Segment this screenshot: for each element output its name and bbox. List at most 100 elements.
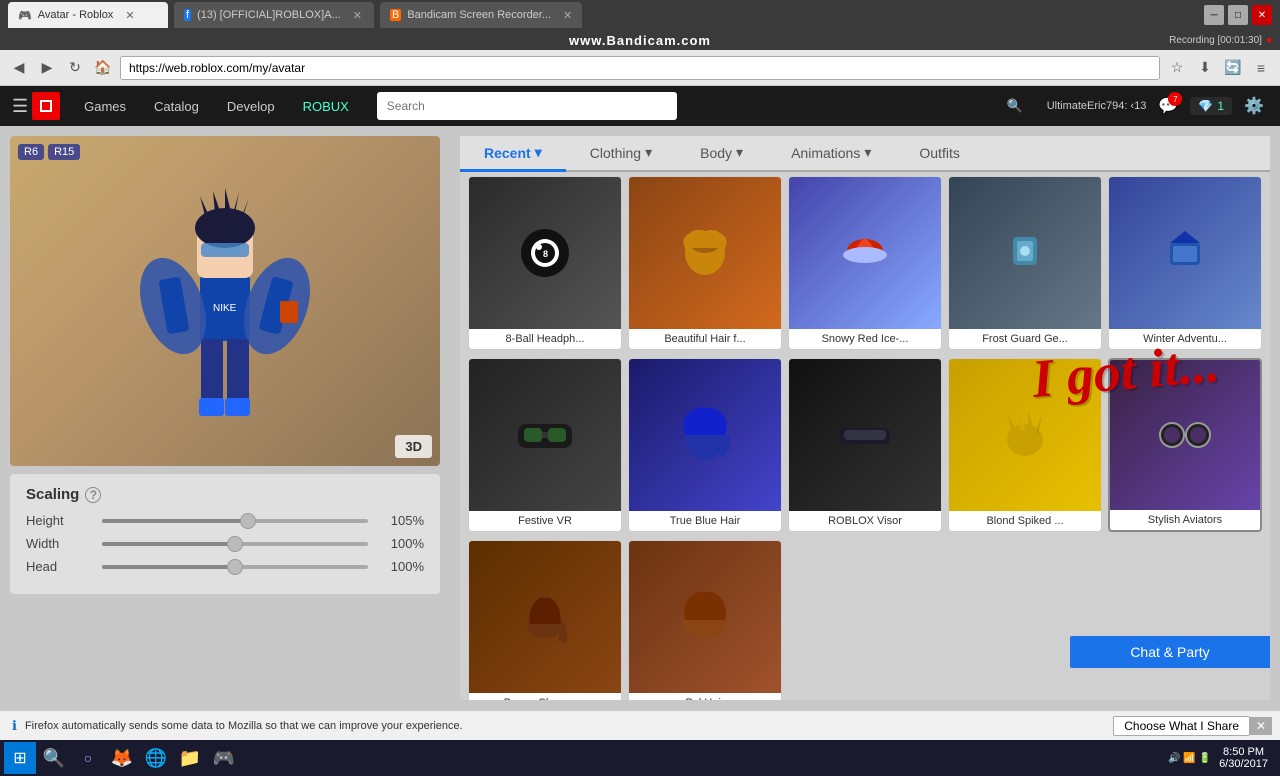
recent-dropdown-icon: ▾ <box>535 144 542 161</box>
item-card-stylish-aviators[interactable]: Stylish Aviators <box>1108 358 1262 532</box>
tab3-close[interactable]: ✕ <box>563 9 572 22</box>
roblox-logo[interactable] <box>32 92 60 120</box>
tab2-label: (13) [OFFICIAL]ROBLOX]A... <box>197 9 341 21</box>
taskbar-app4[interactable]: 🎮 <box>208 742 240 774</box>
hamburger-btn[interactable]: ☰ <box>12 96 28 117</box>
recording-bar: www.Bandicam.com Recording [00:01:30] ● <box>0 30 1280 50</box>
svg-text:NIKE: NIKE <box>213 303 237 314</box>
forward-btn[interactable]: ▶ <box>36 57 58 79</box>
item-card-winter-adv[interactable]: Winter Adventu... <box>1108 176 1262 350</box>
tab3-favicon: B <box>390 9 401 21</box>
tab-clothing[interactable]: Clothing ▾ <box>566 136 676 172</box>
download-btn[interactable]: ⬇ <box>1194 57 1216 79</box>
bottom-bar-message: Firefox automatically sends some data to… <box>25 720 463 732</box>
recording-timer: Recording [00:01:30] <box>1169 35 1262 46</box>
item-label-snowy-ice: Snowy Red Ice-... <box>789 329 941 349</box>
browser-controls: ◀ ▶ ↻ 🏠 ☆ ⬇ 🔄 ≡ <box>0 50 1280 86</box>
item-card-roblox-visor[interactable]: ROBLOX Visor <box>788 358 942 532</box>
browser-tab-1[interactable]: 🎮 Avatar - Roblox ✕ <box>8 2 168 28</box>
item-image-roblox-visor <box>789 359 941 511</box>
width-thumb[interactable] <box>227 536 243 552</box>
chat-icon-btn[interactable]: 💬 7 <box>1154 92 1182 120</box>
tab-outfits[interactable]: Outfits <box>895 136 983 172</box>
head-fill <box>102 565 235 569</box>
item-label-frost-guard: Frost Guard Ge... <box>949 329 1101 349</box>
item-image-frost-guard <box>949 177 1101 329</box>
badge-r6[interactable]: R6 <box>18 144 44 160</box>
item-label-pal-hair: Pal Hair <box>629 693 781 700</box>
chat-badge: 7 <box>1168 92 1182 106</box>
item-image-beautiful-hair <box>629 177 781 329</box>
bookmark-btn[interactable]: ☆ <box>1166 57 1188 79</box>
start-button[interactable]: ⊞ <box>4 742 36 774</box>
taskbar-time-display: 8:50 PM <box>1219 746 1268 758</box>
taskbar-search[interactable]: 🔍 <box>38 742 70 774</box>
item-card-beautiful-hair[interactable]: Beautiful Hair f... <box>628 176 782 350</box>
item-label-roblox-visor: ROBLOX Visor <box>789 511 941 531</box>
head-thumb[interactable] <box>227 559 243 575</box>
home-btn[interactable]: 🏠 <box>92 57 114 79</box>
item-card-headphones[interactable]: 8 8-Ball Headph... <box>468 176 622 350</box>
browser-titlebar: 🎮 Avatar - Roblox ✕ f (13) [OFFICIAL]ROB… <box>0 0 1280 30</box>
item-label-brown-charme: Brown Charme... <box>469 693 621 700</box>
chat-party-btn[interactable]: Chat & Party <box>1070 636 1270 668</box>
close-btn[interactable]: ✕ <box>1252 5 1272 25</box>
minimize-btn[interactable]: ─ <box>1204 5 1224 25</box>
browser-tab-3[interactable]: B Bandicam Screen Recorder... ✕ <box>380 2 582 28</box>
item-card-frost-guard[interactable]: Frost Guard Ge... <box>948 176 1102 350</box>
scaling-info-icon[interactable]: ? <box>85 487 101 503</box>
head-slider-row: Head 100% <box>26 559 424 574</box>
scaling-title: Scaling ? <box>26 486 424 503</box>
item-card-festive-vr[interactable]: Festive VR <box>468 358 622 532</box>
tab-animations[interactable]: Animations ▾ <box>767 136 895 172</box>
item-card-brown-charme[interactable]: Brown Charme... <box>468 540 622 700</box>
maximize-btn[interactable]: □ <box>1228 5 1248 25</box>
item-card-true-blue[interactable]: True Blue Hair <box>628 358 782 532</box>
roblox-nav: ☰ Games Catalog Develop ROBUX 🔍 Ultimate… <box>0 86 1280 126</box>
refresh-btn[interactable]: ↻ <box>64 57 86 79</box>
width-slider-row: Width 100% <box>26 536 424 551</box>
back-btn[interactable]: ◀ <box>8 57 30 79</box>
item-card-pal-hair[interactable]: Pal Hair <box>628 540 782 700</box>
badge-r15[interactable]: R15 <box>48 144 80 160</box>
sync-btn[interactable]: 🔄 <box>1222 57 1244 79</box>
taskbar-files[interactable]: 📁 <box>174 742 206 774</box>
height-fill <box>102 519 248 523</box>
item-label-festive-vr: Festive VR <box>469 511 621 531</box>
height-slider-row: Height 105% <box>26 513 424 528</box>
item-card-blond-spiked[interactable]: Blond Spiked ... <box>948 358 1102 532</box>
tab1-favicon: 🎮 <box>18 9 32 22</box>
nav-develop[interactable]: Develop <box>215 93 287 120</box>
tab2-favicon: f <box>184 9 191 21</box>
search-input[interactable] <box>377 92 677 120</box>
settings-icon-btn[interactable]: ⚙️ <box>1240 92 1268 120</box>
item-card-snowy-ice[interactable]: Snowy Red Ice-... <box>788 176 942 350</box>
avatar-figure: NIKE <box>10 136 440 466</box>
nav-robux[interactable]: ROBUX <box>291 93 361 120</box>
head-value: 100% <box>384 559 424 574</box>
taskbar-right: 🔊 📶 🔋 8:50 PM 6/30/2017 <box>1168 746 1276 770</box>
bottom-bar-close-btn[interactable]: ✕ <box>1250 717 1272 735</box>
taskbar-chrome[interactable]: 🌐 <box>140 742 172 774</box>
item-image-headphones: 8 <box>469 177 621 329</box>
tab-recent[interactable]: Recent ▾ <box>460 136 566 172</box>
nav-catalog[interactable]: Catalog <box>142 93 211 120</box>
3d-view-btn[interactable]: 3D <box>395 435 432 458</box>
tab1-close[interactable]: ✕ <box>125 9 134 22</box>
search-icon[interactable]: 🔍 <box>1007 98 1023 114</box>
robux-btn[interactable]: 💎 1 <box>1190 97 1232 115</box>
choose-share-btn[interactable]: Choose What I Share <box>1113 716 1250 736</box>
body-dropdown-icon: ▾ <box>736 144 743 161</box>
width-label: Width <box>26 536 86 551</box>
tab3-label: Bandicam Screen Recorder... <box>407 9 551 21</box>
menu-btn[interactable]: ≡ <box>1250 57 1272 79</box>
address-bar[interactable] <box>120 56 1160 80</box>
taskbar-cortana[interactable]: ○ <box>72 742 104 774</box>
height-thumb[interactable] <box>240 513 256 529</box>
browser-tab-2[interactable]: f (13) [OFFICIAL]ROBLOX]A... ✕ <box>174 2 374 28</box>
taskbar-firefox[interactable]: 🦊 <box>106 742 138 774</box>
item-image-festive-vr <box>469 359 621 511</box>
nav-games[interactable]: Games <box>72 93 138 120</box>
tab-body[interactable]: Body ▾ <box>676 136 767 172</box>
tab2-close[interactable]: ✕ <box>353 9 362 22</box>
